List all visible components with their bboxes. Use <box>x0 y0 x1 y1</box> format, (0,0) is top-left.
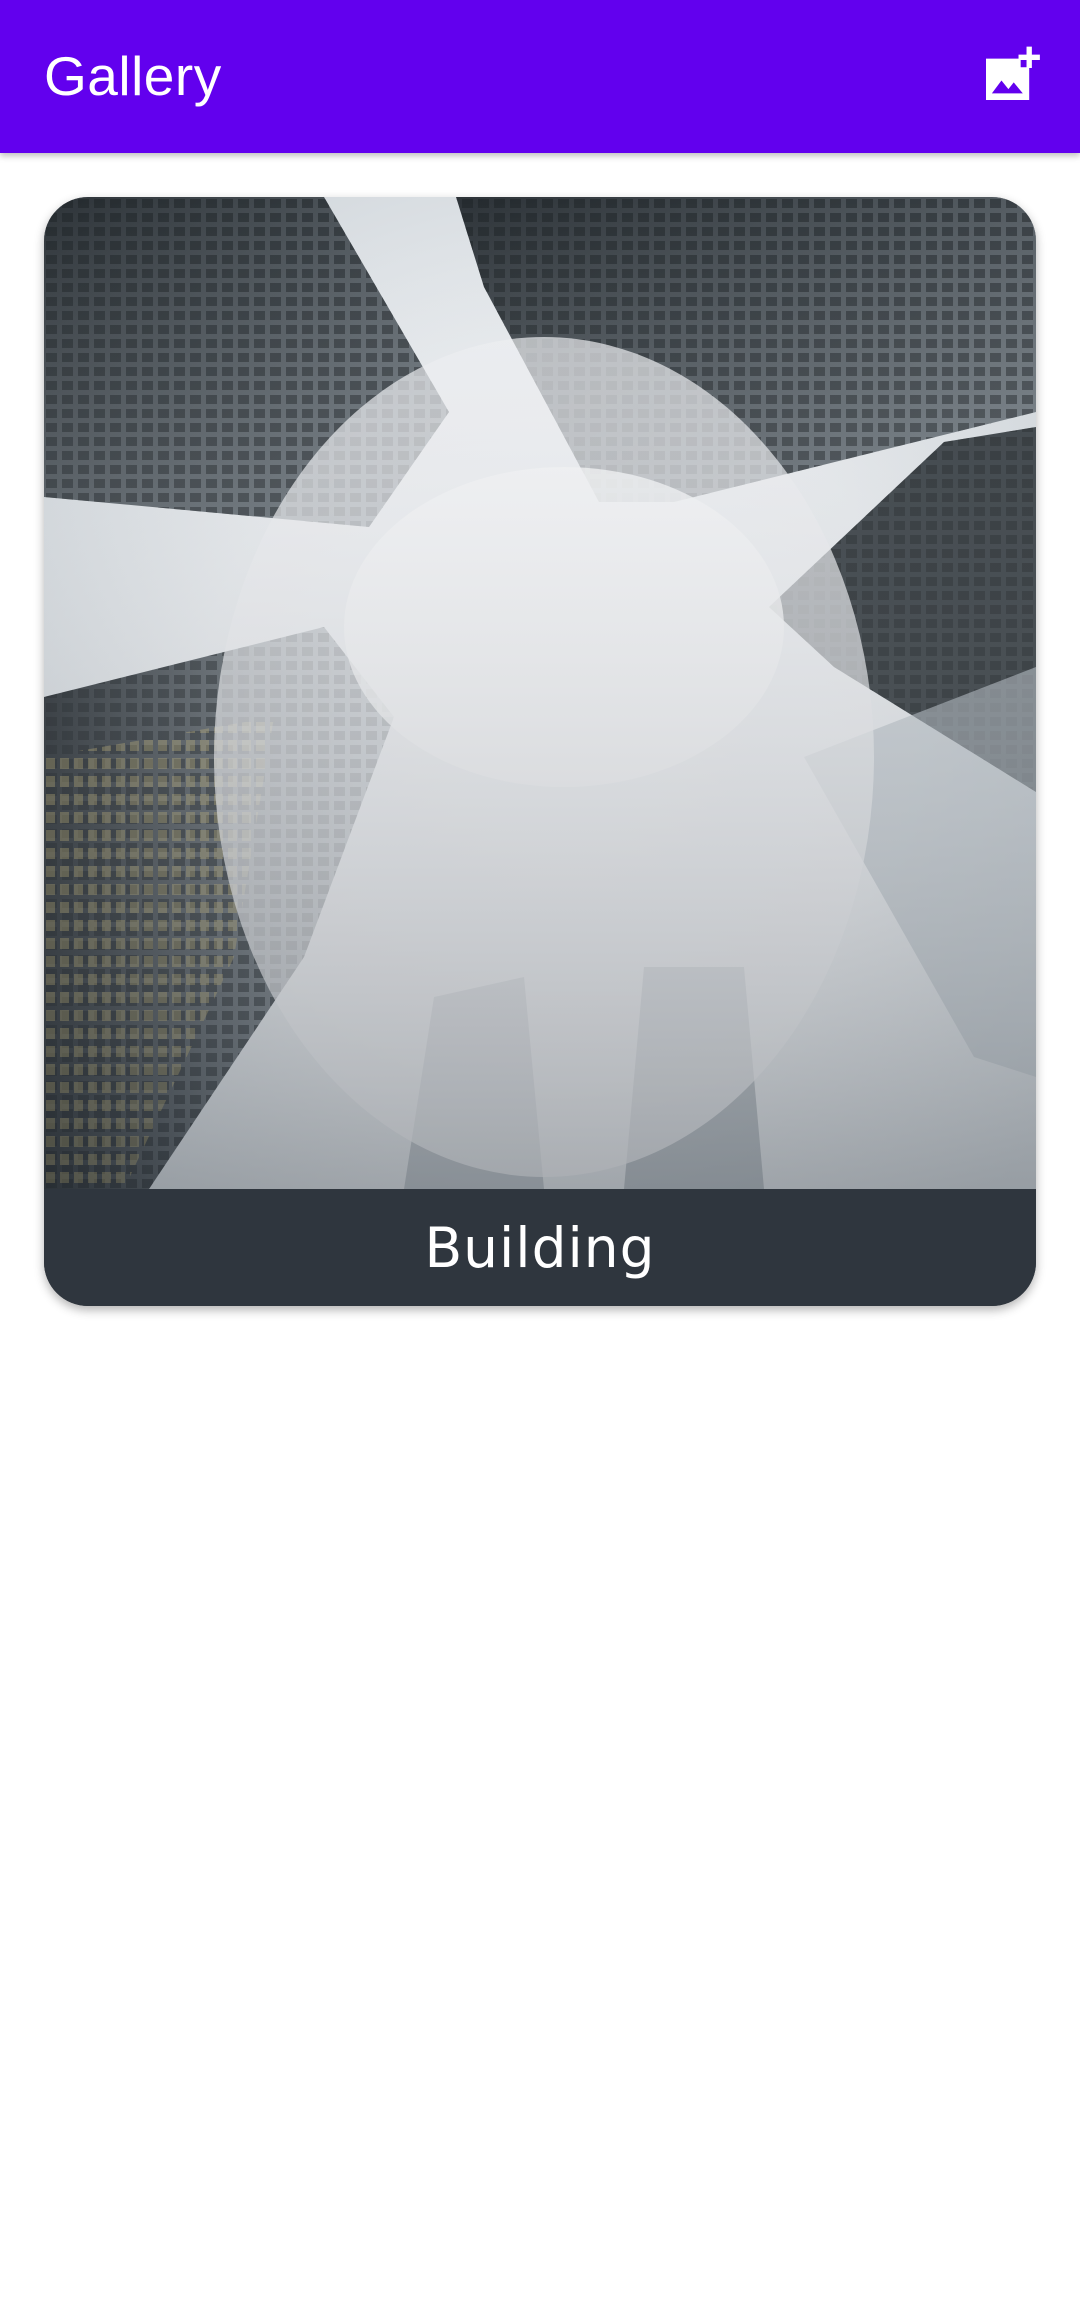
app-title: Gallery <box>44 45 222 107</box>
card-caption: Building <box>424 1215 656 1280</box>
card-caption-bar: Building <box>44 1189 1036 1306</box>
top-app-bar: Gallery <box>0 0 1080 153</box>
add-photo-button[interactable] <box>978 44 1042 108</box>
add-photo-icon <box>986 46 1040 100</box>
building-photo <box>44 197 1036 1189</box>
gallery-item-card[interactable]: Building <box>44 197 1036 1306</box>
